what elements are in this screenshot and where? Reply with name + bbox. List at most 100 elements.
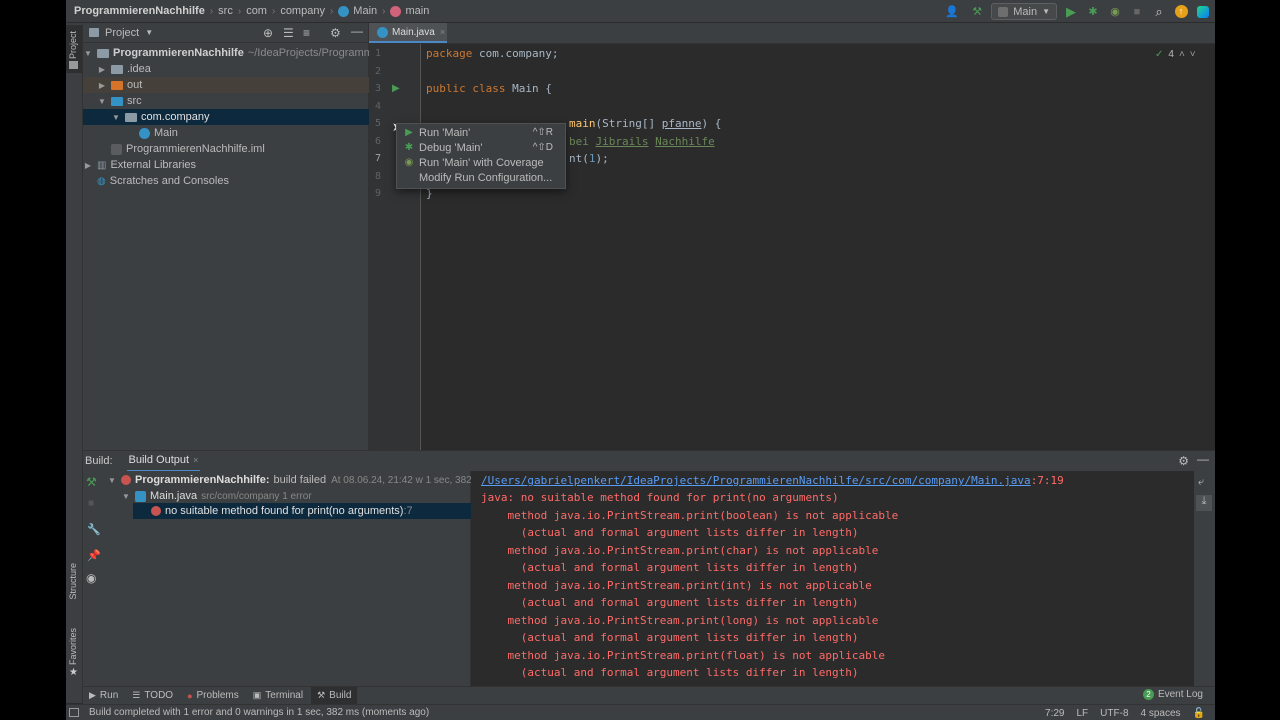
breadcrumb-com[interactable]: com <box>246 5 267 17</box>
output-line: (actual and formal argument lists differ… <box>481 596 859 609</box>
scroll-to-end-icon[interactable]: ⤓ <box>1196 495 1212 511</box>
user-icon[interactable]: 👤 <box>941 4 963 20</box>
toolwindow-todo[interactable]: ☰ TODO <box>132 690 173 701</box>
breadcrumb-project[interactable]: ProgrammierenNachhilfe <box>74 5 205 17</box>
output-line: (actual and formal argument lists differ… <box>481 666 859 679</box>
chevron-down-icon[interactable]: ˅ <box>1190 49 1196 60</box>
breadcrumb-main-class[interactable]: Main <box>353 5 377 17</box>
build-file-row[interactable]: ▼ Main.java src/com/company 1 error <box>121 488 312 504</box>
star-icon[interactable]: ★ <box>69 667 78 678</box>
code-text: ); <box>595 152 609 165</box>
editor-tab-bar: Main.java × <box>369 23 1215 44</box>
menu-item-modify-run-config[interactable]: Modify Run Configuration... <box>397 170 565 185</box>
file-encoding[interactable]: UTF-8 <box>1100 708 1128 719</box>
tree-item-idea[interactable]: ▶ .idea <box>97 61 151 77</box>
toolwindow-label: Event Log <box>1157 689 1203 700</box>
line-number: 4 <box>374 101 381 112</box>
gear-icon[interactable]: ⚙ <box>330 26 341 40</box>
tree-item-scratches[interactable]: ◍ Scratches and Consoles <box>97 173 229 189</box>
close-icon[interactable]: × <box>440 27 445 37</box>
tree-item-external-libraries[interactable]: ▶ ▥ External Libraries <box>83 157 196 173</box>
tree-item-src[interactable]: ▼ src <box>97 93 142 109</box>
stop-icon[interactable]: ■ <box>1129 4 1145 20</box>
locate-icon[interactable]: ⊕ <box>263 26 273 40</box>
java-file-icon <box>135 490 146 502</box>
chevron-down-icon[interactable]: ▼ <box>145 28 153 37</box>
output-line: (actual and formal argument lists differ… <box>481 561 859 574</box>
gear-icon[interactable]: ⚙ <box>1178 454 1189 468</box>
tree-item-iml[interactable]: ProgrammierenNachhilfe.iml <box>111 141 265 157</box>
minimize-icon[interactable]: — <box>1197 452 1209 466</box>
coverage-icon[interactable]: ◉ <box>1107 4 1123 20</box>
menu-item-run-main[interactable]: ▶ Run 'Main' ^⇧R <box>397 125 565 140</box>
tree-item-project-root[interactable]: ▼ ProgrammierenNachhilfe ~/IdeaProjects/… <box>83 45 391 61</box>
output-line: method java.io.PrintStream.print(boolean… <box>481 509 899 522</box>
structure-tool-tab[interactable]: Structure <box>68 563 78 600</box>
update-icon[interactable]: ↑ <box>1173 4 1189 20</box>
toolwindow-event-log[interactable]: 2 Event Log <box>1142 689 1203 700</box>
hammer-icon[interactable]: ⚒ <box>86 475 97 489</box>
tab-build-output[interactable]: Build Output × <box>126 451 201 472</box>
layout-icon[interactable] <box>69 708 79 717</box>
run-configuration-label: Main <box>1013 5 1038 18</box>
tree-item-main[interactable]: Main <box>139 125 178 141</box>
build-result-row[interactable]: ▼ ProgrammierenNachhilfe: build failed A… <box>107 472 488 488</box>
breadcrumb-src[interactable]: src <box>218 5 233 17</box>
tab-main-java[interactable]: Main.java × <box>369 23 447 43</box>
code-line-5: main(String[] pfanne) { <box>569 117 721 130</box>
run-gutter-icon[interactable]: ▶ <box>392 83 400 94</box>
project-icon <box>89 28 99 37</box>
pin-icon[interactable]: 📌 <box>87 549 101 562</box>
project-tool-tab[interactable]: Project <box>68 31 78 59</box>
breadcrumb-company[interactable]: company <box>280 5 325 17</box>
navigation-bar: ProgrammierenNachhilfe › src › com › com… <box>66 0 1215 23</box>
toolwindow-terminal[interactable]: ▣ Terminal <box>253 690 303 701</box>
hammer-icon[interactable]: ⚒ <box>969 4 985 20</box>
jetbrains-icon[interactable] <box>1195 4 1211 20</box>
collapse-all-icon[interactable]: ≡ <box>303 26 310 40</box>
line-separator[interactable]: LF <box>1077 708 1089 719</box>
soft-wrap-icon[interactable]: ⤶ <box>1198 476 1204 489</box>
tree-item-label: Main <box>154 127 178 139</box>
chevron-up-icon[interactable]: ˄ <box>1179 49 1185 60</box>
run-configuration-select[interactable]: Main ▼ <box>991 3 1057 20</box>
output-line: method java.io.PrintStream.print(long) i… <box>481 614 879 627</box>
class-icon <box>139 127 150 139</box>
minimize-icon[interactable]: — <box>351 24 363 38</box>
toolwindow-run[interactable]: ▶ Run <box>89 690 118 701</box>
close-icon[interactable]: × <box>193 455 198 465</box>
build-file-name: Main.java <box>150 490 198 502</box>
breadcrumb-main-method[interactable]: main <box>405 5 429 17</box>
menu-item-debug-main[interactable]: ✱ Debug 'Main' ^⇧D <box>397 140 565 155</box>
hammer-icon: ⚒ <box>317 690 326 700</box>
wrench-icon[interactable]: 🔧 <box>87 523 101 536</box>
code-editor[interactable]: ✓ 4 ˄ ˅ package com.company; public clas… <box>421 44 1215 450</box>
toolwindow-problems[interactable]: ● Problems <box>187 690 239 701</box>
indent-setting[interactable]: 4 spaces <box>1141 708 1181 719</box>
search-icon[interactable]: ⌕ <box>1151 4 1167 20</box>
scratches-icon: ◍ <box>97 175 106 187</box>
expand-all-icon[interactable]: ☰ <box>283 26 294 40</box>
debug-icon[interactable]: ✱ <box>1085 4 1101 20</box>
run-icon[interactable]: ▶ <box>1063 4 1079 20</box>
console-toolbar: ⤶ ⤓ <box>1194 471 1215 686</box>
project-panel-title[interactable]: Project <box>105 27 139 39</box>
tree-item-com-company[interactable]: ▼ com.company <box>111 109 209 125</box>
toolwindow-label: Build <box>329 690 352 701</box>
favorites-tool-tab[interactable]: Favorites <box>68 628 78 665</box>
eye-icon[interactable]: ◉ <box>86 571 96 585</box>
line-number: 8 <box>374 171 381 182</box>
menu-item-run-coverage[interactable]: ◉ Run 'Main' with Coverage <box>397 155 565 170</box>
tree-item-label: .idea <box>127 63 151 75</box>
tree-item-out[interactable]: ▶ out <box>97 77 142 93</box>
lock-icon[interactable]: 🔓 <box>1193 708 1205 719</box>
build-output-console[interactable]: /Users/gabrielpenkert/IdeaProjects/Progr… <box>471 471 1194 686</box>
build-error-row[interactable]: no suitable method found for print(no ar… <box>151 503 413 519</box>
inspection-widget[interactable]: ✓ 4 ˄ ˅ <box>1155 44 1215 64</box>
toolwindow-build[interactable]: ⚒ Build <box>311 686 358 705</box>
output-file-link[interactable]: /Users/gabrielpenkert/IdeaProjects/Progr… <box>481 474 1031 487</box>
caret-position[interactable]: 7:29 <box>1045 708 1064 719</box>
class-icon <box>377 26 388 38</box>
stop-icon[interactable]: ■ <box>88 498 94 509</box>
method-icon <box>390 5 402 17</box>
